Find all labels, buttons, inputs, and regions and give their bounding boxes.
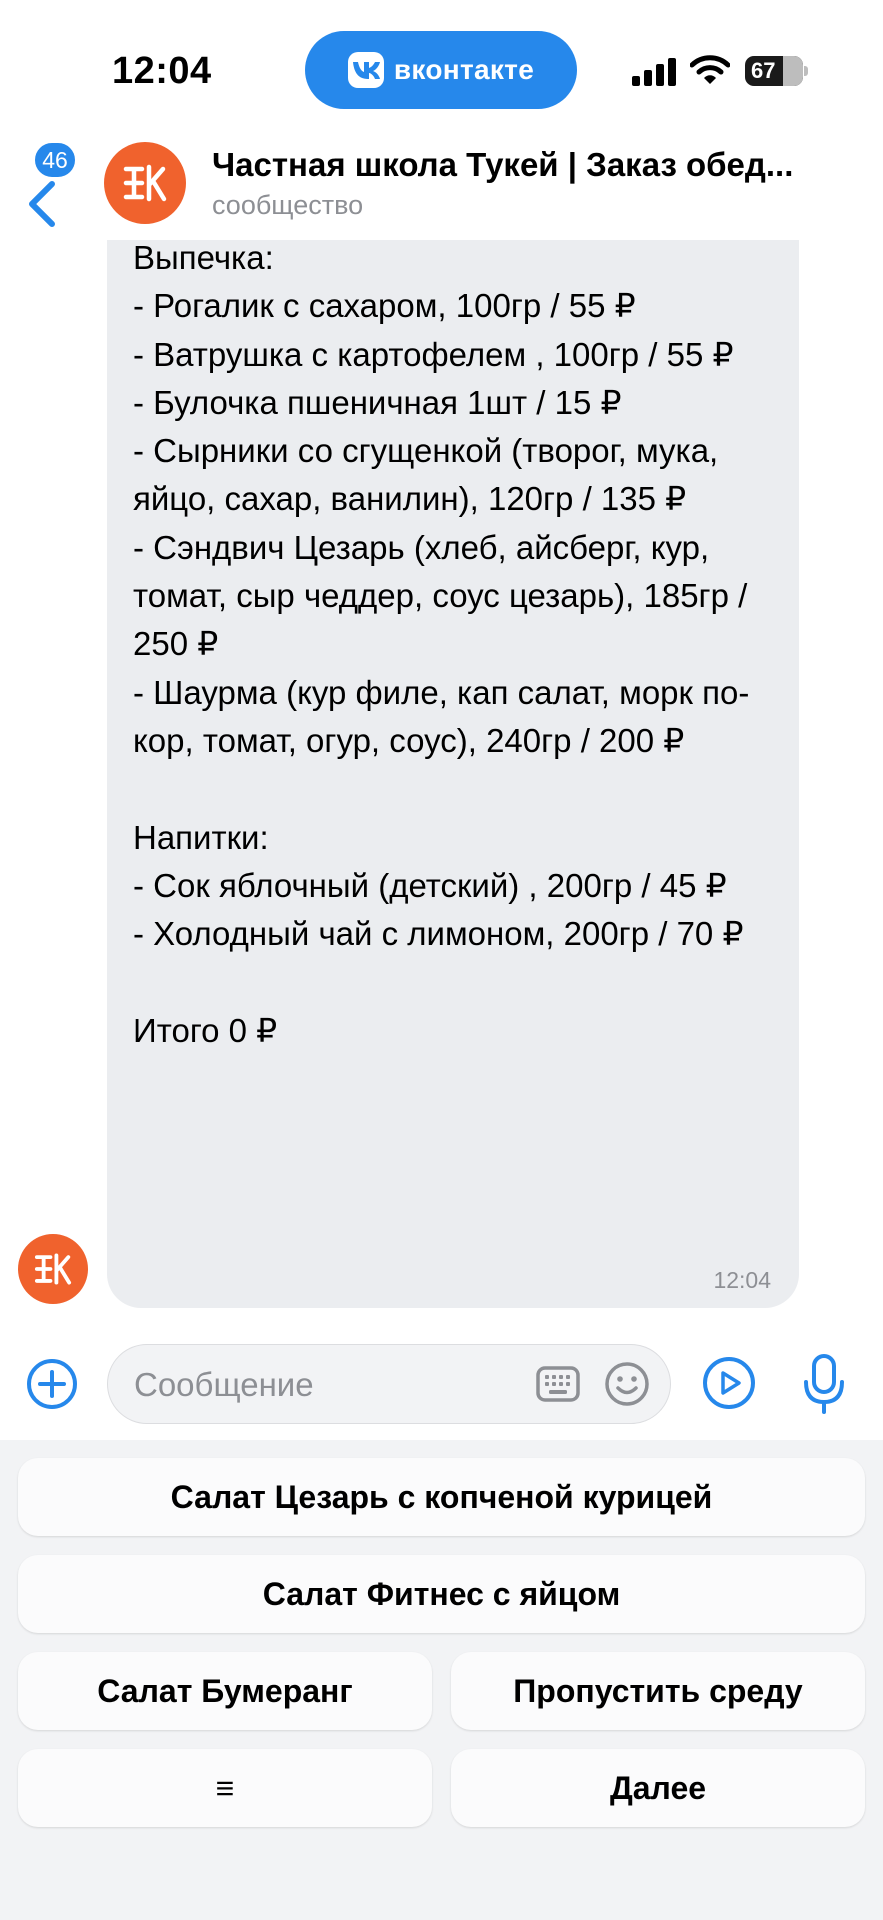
battery-empty-part	[783, 56, 803, 86]
community-logo-icon	[123, 164, 167, 202]
bot-keyboard: Салат Цезарь с копченой курицей Салат Фи…	[0, 1440, 883, 1920]
message-bubble[interactable]: Выпечка: - Рогалик с сахаром, 100гр / 55…	[107, 239, 799, 1308]
chat-title[interactable]: Частная школа Тукей | Заказ обед...	[212, 146, 793, 184]
cellular-signal-icon	[632, 58, 676, 86]
chat-subtitle: сообщество	[212, 190, 364, 220]
status-bar: 12:04 вконтакте 67	[0, 0, 883, 130]
plus-icon[interactable]	[26, 1358, 78, 1410]
message-field[interactable]	[107, 1344, 671, 1425]
kb-button-fitness-salad[interactable]: Салат Фитнес с яйцом	[18, 1555, 865, 1633]
kb-button-boomerang-salad[interactable]: Салат Бумеранг	[18, 1652, 432, 1730]
kb-button-menu[interactable]: ≡	[18, 1749, 432, 1827]
community-avatar[interactable]	[104, 142, 186, 224]
battery-cap	[804, 66, 808, 76]
kb-button-next[interactable]: Далее	[451, 1749, 865, 1827]
community-logo-icon	[34, 1253, 72, 1285]
message-time: 12:04	[713, 1267, 771, 1293]
kb-button-skip-wednesday[interactable]: Пропустить среду	[451, 1652, 865, 1730]
mic-icon[interactable]	[802, 1352, 846, 1416]
message-input[interactable]	[132, 1345, 516, 1425]
vk-app-pill[interactable]: вконтакте	[305, 31, 577, 109]
battery-indicator: 67	[745, 56, 803, 86]
unread-count-badge: 46	[32, 140, 78, 180]
sender-avatar[interactable]	[18, 1234, 88, 1304]
keyboard-icon[interactable]	[536, 1365, 580, 1403]
battery-level: 67	[751, 58, 776, 83]
chat-header: 46 Частная школа Тукей | Заказ обед... с…	[0, 130, 883, 240]
kb-button-caesar-salad[interactable]: Салат Цезарь с копченой курицей	[18, 1458, 865, 1536]
vk-logo-icon	[347, 52, 384, 88]
wifi-icon	[690, 55, 730, 84]
message-composer	[0, 1330, 883, 1440]
vk-pill-label: вконтакте	[393, 54, 535, 85]
smile-icon[interactable]	[604, 1361, 650, 1407]
message-text: Выпечка: - Рогалик с сахаром, 100гр / 55…	[133, 239, 750, 1049]
back-chevron-icon[interactable]	[22, 172, 62, 232]
status-time: 12:04	[112, 50, 212, 92]
play-icon[interactable]	[702, 1356, 756, 1410]
